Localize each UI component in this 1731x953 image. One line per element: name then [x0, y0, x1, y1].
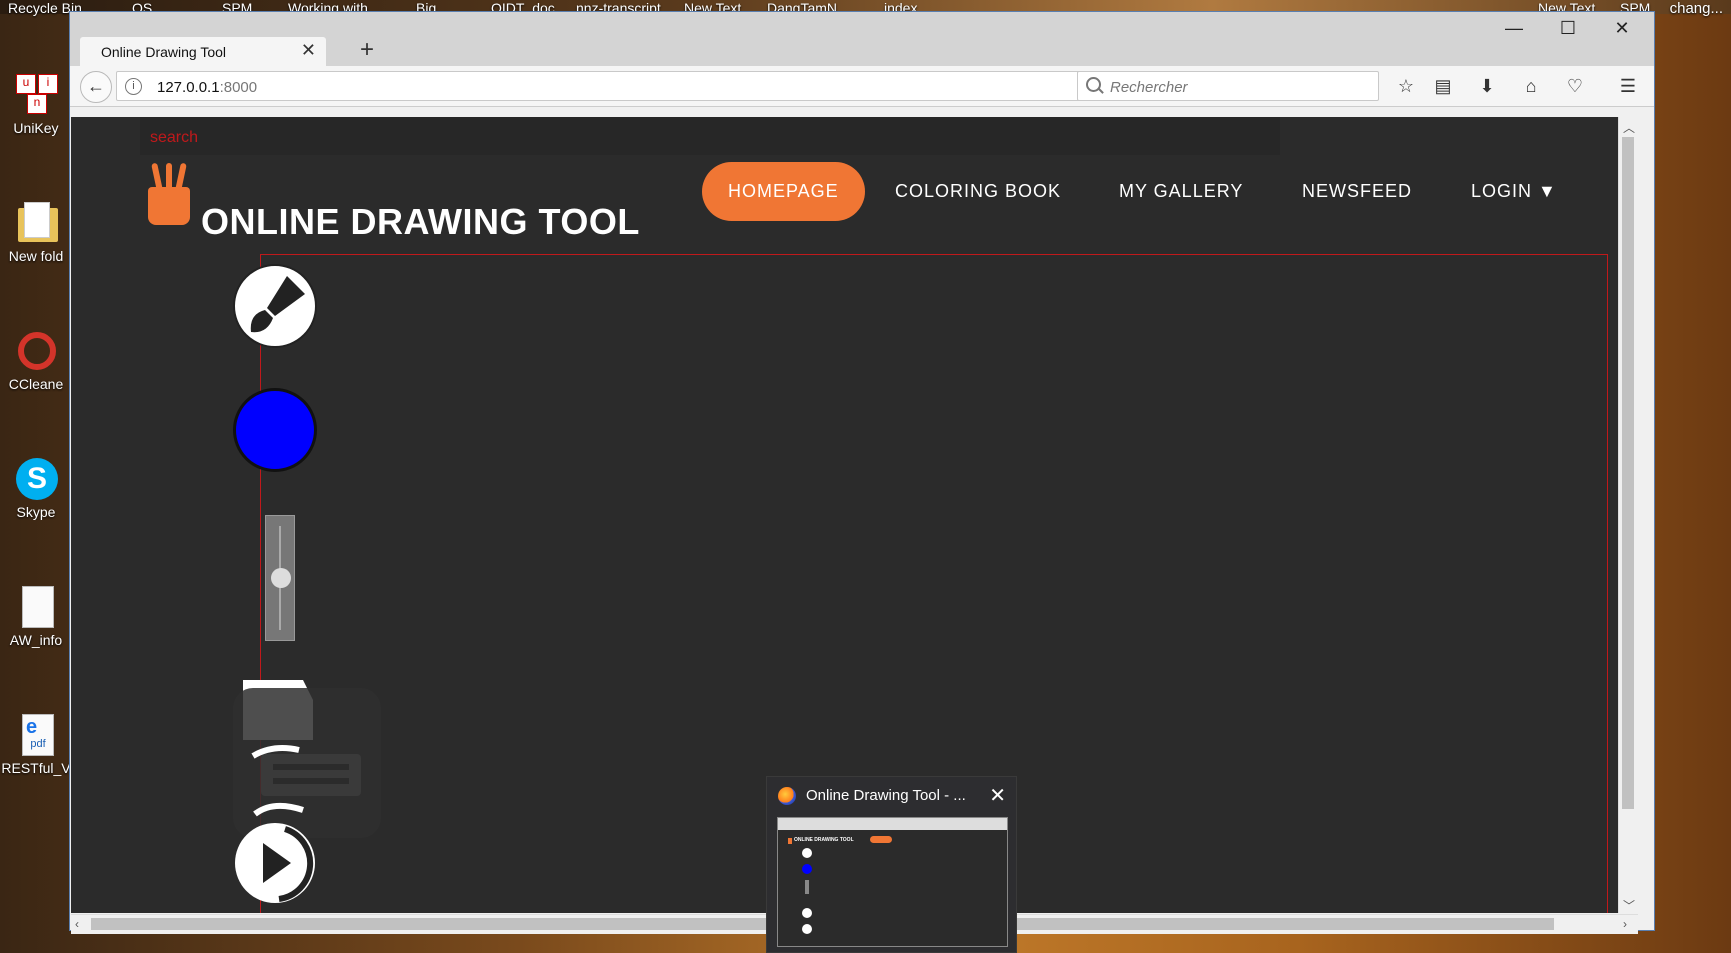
play-icon[interactable] [233, 817, 317, 907]
logo-cup-icon [148, 187, 190, 225]
nav-bar: ← i 127.0.0.1:8000 ⟳ Rechercher ☆ ▤ ⬇ ⌂ … [70, 66, 1654, 107]
menu-homepage[interactable]: HOMEPAGE [702, 162, 865, 221]
brush-size-slider[interactable] [265, 515, 295, 641]
menu-icon[interactable]: ☰ [1615, 75, 1641, 97]
vertical-scroll-thumb[interactable] [1622, 137, 1634, 809]
desktop-icon-restful[interactable]: pdf e RESTful_V [0, 712, 72, 776]
url-host: 127.0.0.1 [157, 79, 220, 96]
desktop-icon-ccleaner[interactable]: CCleane [0, 328, 72, 392]
thumb-menu-active [870, 836, 892, 843]
back-icon[interactable]: ← [80, 71, 112, 103]
scroll-up-icon[interactable]: ︿ [1623, 119, 1635, 136]
desktop-icon-label: AW_info [9, 632, 63, 648]
unikey-icon: u i n [14, 72, 58, 116]
folder-icon [14, 200, 58, 244]
page-search-input[interactable]: search [140, 117, 1280, 155]
desktop-icon-unikey[interactable]: u i n UniKey [0, 72, 72, 136]
close-window-icon[interactable]: ✕ [1606, 18, 1638, 39]
preview-title: Online Drawing Tool - ... [806, 787, 966, 804]
close-tab-icon[interactable]: ✕ [301, 40, 316, 61]
desktop-icon-label: RESTful_V [1, 760, 71, 776]
vertical-scrollbar[interactable]: ︿ ﹀ [1618, 117, 1638, 913]
search-icon [1086, 77, 1101, 92]
desktop-icon-skype[interactable]: S Skype [0, 456, 72, 520]
menu-coloring-book[interactable]: COLORING BOOK [895, 162, 1061, 221]
url-port: :8000 [219, 79, 258, 96]
tab-bar: Online Drawing Tool ✕ + — ☐ ✕ [70, 12, 1654, 66]
desktop-corner-label[interactable]: chang... [1670, 0, 1723, 17]
menu-newsfeed[interactable]: NEWSFEED [1302, 162, 1412, 221]
desktop-icon-label: New fold [8, 248, 64, 264]
thumb-brush-tool [802, 848, 812, 858]
pocket-icon[interactable]: ♡ [1562, 75, 1588, 97]
taskbar-preview[interactable]: Online Drawing Tool - ... ✕ ONLINE DRAWI… [766, 776, 1017, 953]
desktop-icon-label: UniKey [13, 120, 59, 136]
thumb-play-tool [802, 924, 812, 934]
thumb-logo-text: ONLINE DRAWING TOOL [794, 837, 854, 843]
thumb-logo-icon [788, 838, 792, 844]
tab-online-drawing-tool[interactable]: Online Drawing Tool ✕ [80, 37, 326, 66]
page-search-placeholder: search [150, 129, 199, 146]
skype-icon: S [14, 456, 58, 500]
scroll-right-icon[interactable]: › [1623, 917, 1627, 931]
search-placeholder: Rechercher [1110, 79, 1188, 96]
scroll-left-icon[interactable]: ‹ [75, 917, 79, 931]
site-info-icon[interactable]: i [125, 78, 142, 95]
new-tab-icon[interactable]: + [360, 36, 374, 64]
slider-thumb[interactable] [271, 568, 291, 588]
thumb-save-tool [802, 908, 812, 918]
firefox-icon [778, 787, 796, 805]
desktop-icon-label: Skype [16, 504, 56, 520]
color-picker-button[interactable] [233, 388, 317, 472]
preview-close-icon[interactable]: ✕ [989, 783, 1006, 808]
ccleaner-icon [14, 328, 58, 372]
url-text: 127.0.0.1:8000 [157, 79, 257, 96]
desktop-icon-new-folder[interactable]: New fold [0, 200, 72, 264]
document-icon [14, 584, 58, 628]
desktop-icon-aw-info[interactable]: AW_info [0, 584, 72, 648]
downloads-icon[interactable]: ⬇ [1474, 75, 1500, 97]
logo-text: ONLINE DRAWING TOOL [201, 201, 640, 242]
thumb-slider [805, 880, 809, 894]
pdf-icon: pdf e [14, 712, 58, 756]
preview-thumbnail[interactable]: ONLINE DRAWING TOOL [777, 817, 1008, 947]
bookmarks-list-icon[interactable]: ▤ [1430, 75, 1456, 97]
bookmark-star-icon[interactable]: ☆ [1393, 75, 1419, 97]
desktop-icon-label: CCleane [8, 376, 64, 392]
url-bar[interactable]: i 127.0.0.1:8000 ⟳ [116, 71, 1130, 101]
scroll-down-icon[interactable]: ﹀ [1623, 897, 1635, 913]
maximize-icon[interactable]: ☐ [1552, 18, 1584, 39]
thumb-color-tool [802, 864, 812, 874]
brush-tool-icon[interactable] [233, 264, 317, 348]
minimize-icon[interactable]: — [1498, 18, 1530, 39]
home-icon[interactable]: ⌂ [1518, 75, 1544, 97]
menu-login[interactable]: LOGIN ▼ [1471, 162, 1557, 221]
menu-my-gallery[interactable]: MY GALLERY [1119, 162, 1243, 221]
tab-title: Online Drawing Tool [101, 44, 227, 60]
browser-search-input[interactable]: Rechercher [1077, 71, 1379, 101]
thumb-browser-chrome [778, 818, 1007, 830]
